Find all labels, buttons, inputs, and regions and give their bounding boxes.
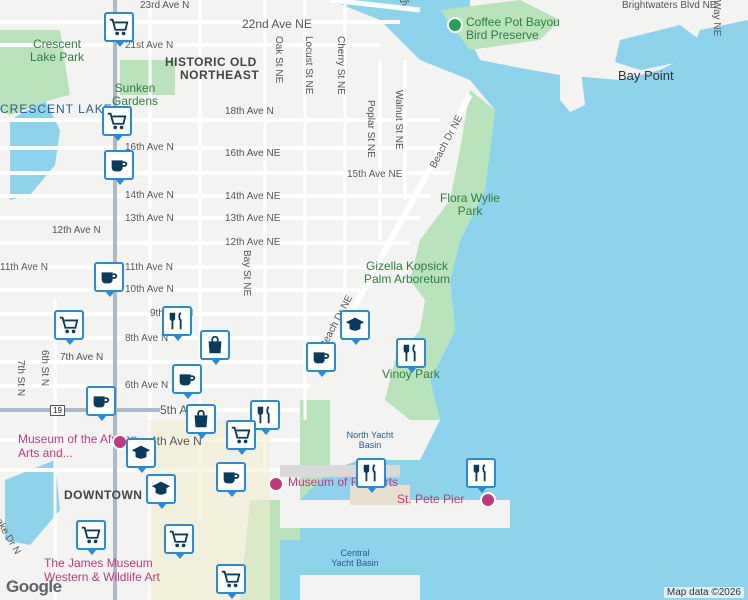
road-label: 12th Ave NE	[225, 237, 281, 248]
cart-icon	[231, 426, 251, 444]
road-label: 11th Ave N	[0, 262, 48, 273]
district-label: DOWNTOWN	[64, 488, 143, 502]
park-label[interactable]: Crescent Lake Park	[22, 38, 92, 64]
coffee-marker[interactable]	[94, 262, 124, 297]
cart-marker[interactable]	[164, 524, 194, 559]
shopping-bag-marker[interactable]	[186, 404, 216, 439]
graduation-cap-icon	[131, 445, 151, 459]
road-label: 14th Ave N	[125, 190, 174, 201]
graduation-marker[interactable]	[126, 438, 156, 473]
road-label: Cherry St NE	[335, 36, 346, 95]
road-label: 23rd Ave N	[140, 0, 190, 11]
road-label: Locust St NE	[303, 36, 314, 95]
cart-marker[interactable]	[54, 310, 84, 345]
cart-icon	[59, 316, 79, 334]
road-label: 14th Ave NE	[225, 191, 281, 202]
road-label: 16th Ave NE	[225, 148, 281, 159]
road-label: Walnut St NE	[393, 90, 404, 150]
cart-marker[interactable]	[102, 106, 132, 141]
route-shield: 19	[50, 405, 65, 416]
road-label: Bay St NE	[241, 250, 252, 297]
coffee-marker[interactable]	[306, 342, 336, 377]
shopping-bag-icon	[194, 409, 208, 428]
road-label: 13th Ave NE	[225, 213, 281, 224]
coffee-icon	[101, 272, 118, 284]
pier-marker[interactable]	[480, 492, 496, 508]
coffee-marker[interactable]	[104, 150, 134, 185]
graduation-cap-icon	[151, 481, 171, 495]
coffee-icon	[223, 472, 240, 484]
cart-marker[interactable]	[226, 420, 256, 455]
coffee-marker[interactable]	[172, 364, 202, 399]
poi-label[interactable]: St. Pete Pier	[397, 492, 464, 506]
shopping-bag-icon	[208, 335, 222, 354]
water-label: Central Yacht Basin	[331, 548, 379, 568]
restaurant-icon	[363, 464, 376, 482]
park-label[interactable]: Sunken Gardens	[105, 82, 165, 108]
road-label: 11th Ave N	[125, 262, 173, 273]
google-logo: Google	[6, 577, 62, 596]
restaurant-marker[interactable]	[356, 458, 386, 493]
coffee-icon	[179, 374, 196, 386]
road-label: 13th Ave N	[125, 213, 174, 224]
district-label: HISTORIC OLD	[165, 55, 257, 69]
cart-icon	[221, 570, 241, 588]
cart-icon	[107, 112, 127, 130]
road-label: 12th Ave N	[52, 225, 101, 236]
cart-marker[interactable]	[76, 520, 106, 555]
district-label: NORTHEAST	[180, 68, 260, 82]
road-label: 6th St N	[39, 350, 50, 387]
cart-icon	[109, 18, 129, 36]
restaurant-icon	[169, 312, 182, 330]
place-label[interactable]: Bay Point	[618, 68, 674, 83]
road-label: 22nd Ave NE	[242, 17, 312, 31]
road-label: 6th Ave N	[125, 380, 169, 391]
road-label: Brightwaters Blvd NE	[622, 0, 717, 11]
graduation-marker[interactable]	[340, 310, 370, 345]
cart-marker[interactable]	[104, 12, 134, 47]
road-label: 10th Ave N	[125, 284, 174, 295]
restaurant-marker[interactable]	[162, 306, 192, 341]
graduation-marker[interactable]	[146, 474, 176, 509]
cart-icon	[169, 530, 189, 548]
restaurant-icon	[473, 464, 486, 482]
coffee-icon	[93, 396, 110, 408]
restaurant-marker[interactable]	[396, 338, 426, 373]
park-label[interactable]: Coffee Pot Bayou Bird Preserve	[466, 16, 576, 42]
restaurant-marker[interactable]	[466, 458, 496, 493]
restaurant-icon	[403, 344, 416, 362]
coffee-icon	[313, 352, 330, 364]
museum-marker[interactable]	[268, 476, 284, 492]
water-label: North Yacht Basin	[346, 430, 394, 450]
park-label[interactable]: Gizella Kopsick Palm Arboretum	[362, 260, 452, 286]
road-label: 4th Ave N	[150, 434, 202, 448]
park-label[interactable]: Flora Wylie Park	[440, 192, 500, 218]
road-label: 18th Ave N	[225, 106, 274, 117]
shopping-bag-marker[interactable]	[200, 330, 230, 365]
water-label: CRESCENT LAKE	[0, 102, 113, 116]
road-label: 15th Ave NE	[347, 169, 403, 180]
road-label: Poplar St NE	[365, 100, 376, 158]
coffee-marker[interactable]	[216, 462, 246, 497]
cart-icon	[81, 526, 101, 544]
cart-marker[interactable]	[216, 564, 246, 599]
preserve-marker[interactable]	[447, 17, 463, 33]
road-label: Oak St NE	[273, 36, 284, 84]
restaurant-icon	[257, 406, 270, 424]
graduation-cap-icon	[345, 317, 365, 331]
road-label: 7th Ave N	[60, 352, 104, 363]
poi-label[interactable]: The James Museum Western & Wildlife Art	[44, 556, 194, 584]
coffee-icon	[111, 160, 128, 172]
coffee-marker[interactable]	[86, 386, 116, 421]
road-label: Way NE	[711, 0, 722, 37]
map-attribution[interactable]: Map data ©2026	[663, 587, 744, 598]
road-label: 7th St N	[15, 360, 26, 397]
